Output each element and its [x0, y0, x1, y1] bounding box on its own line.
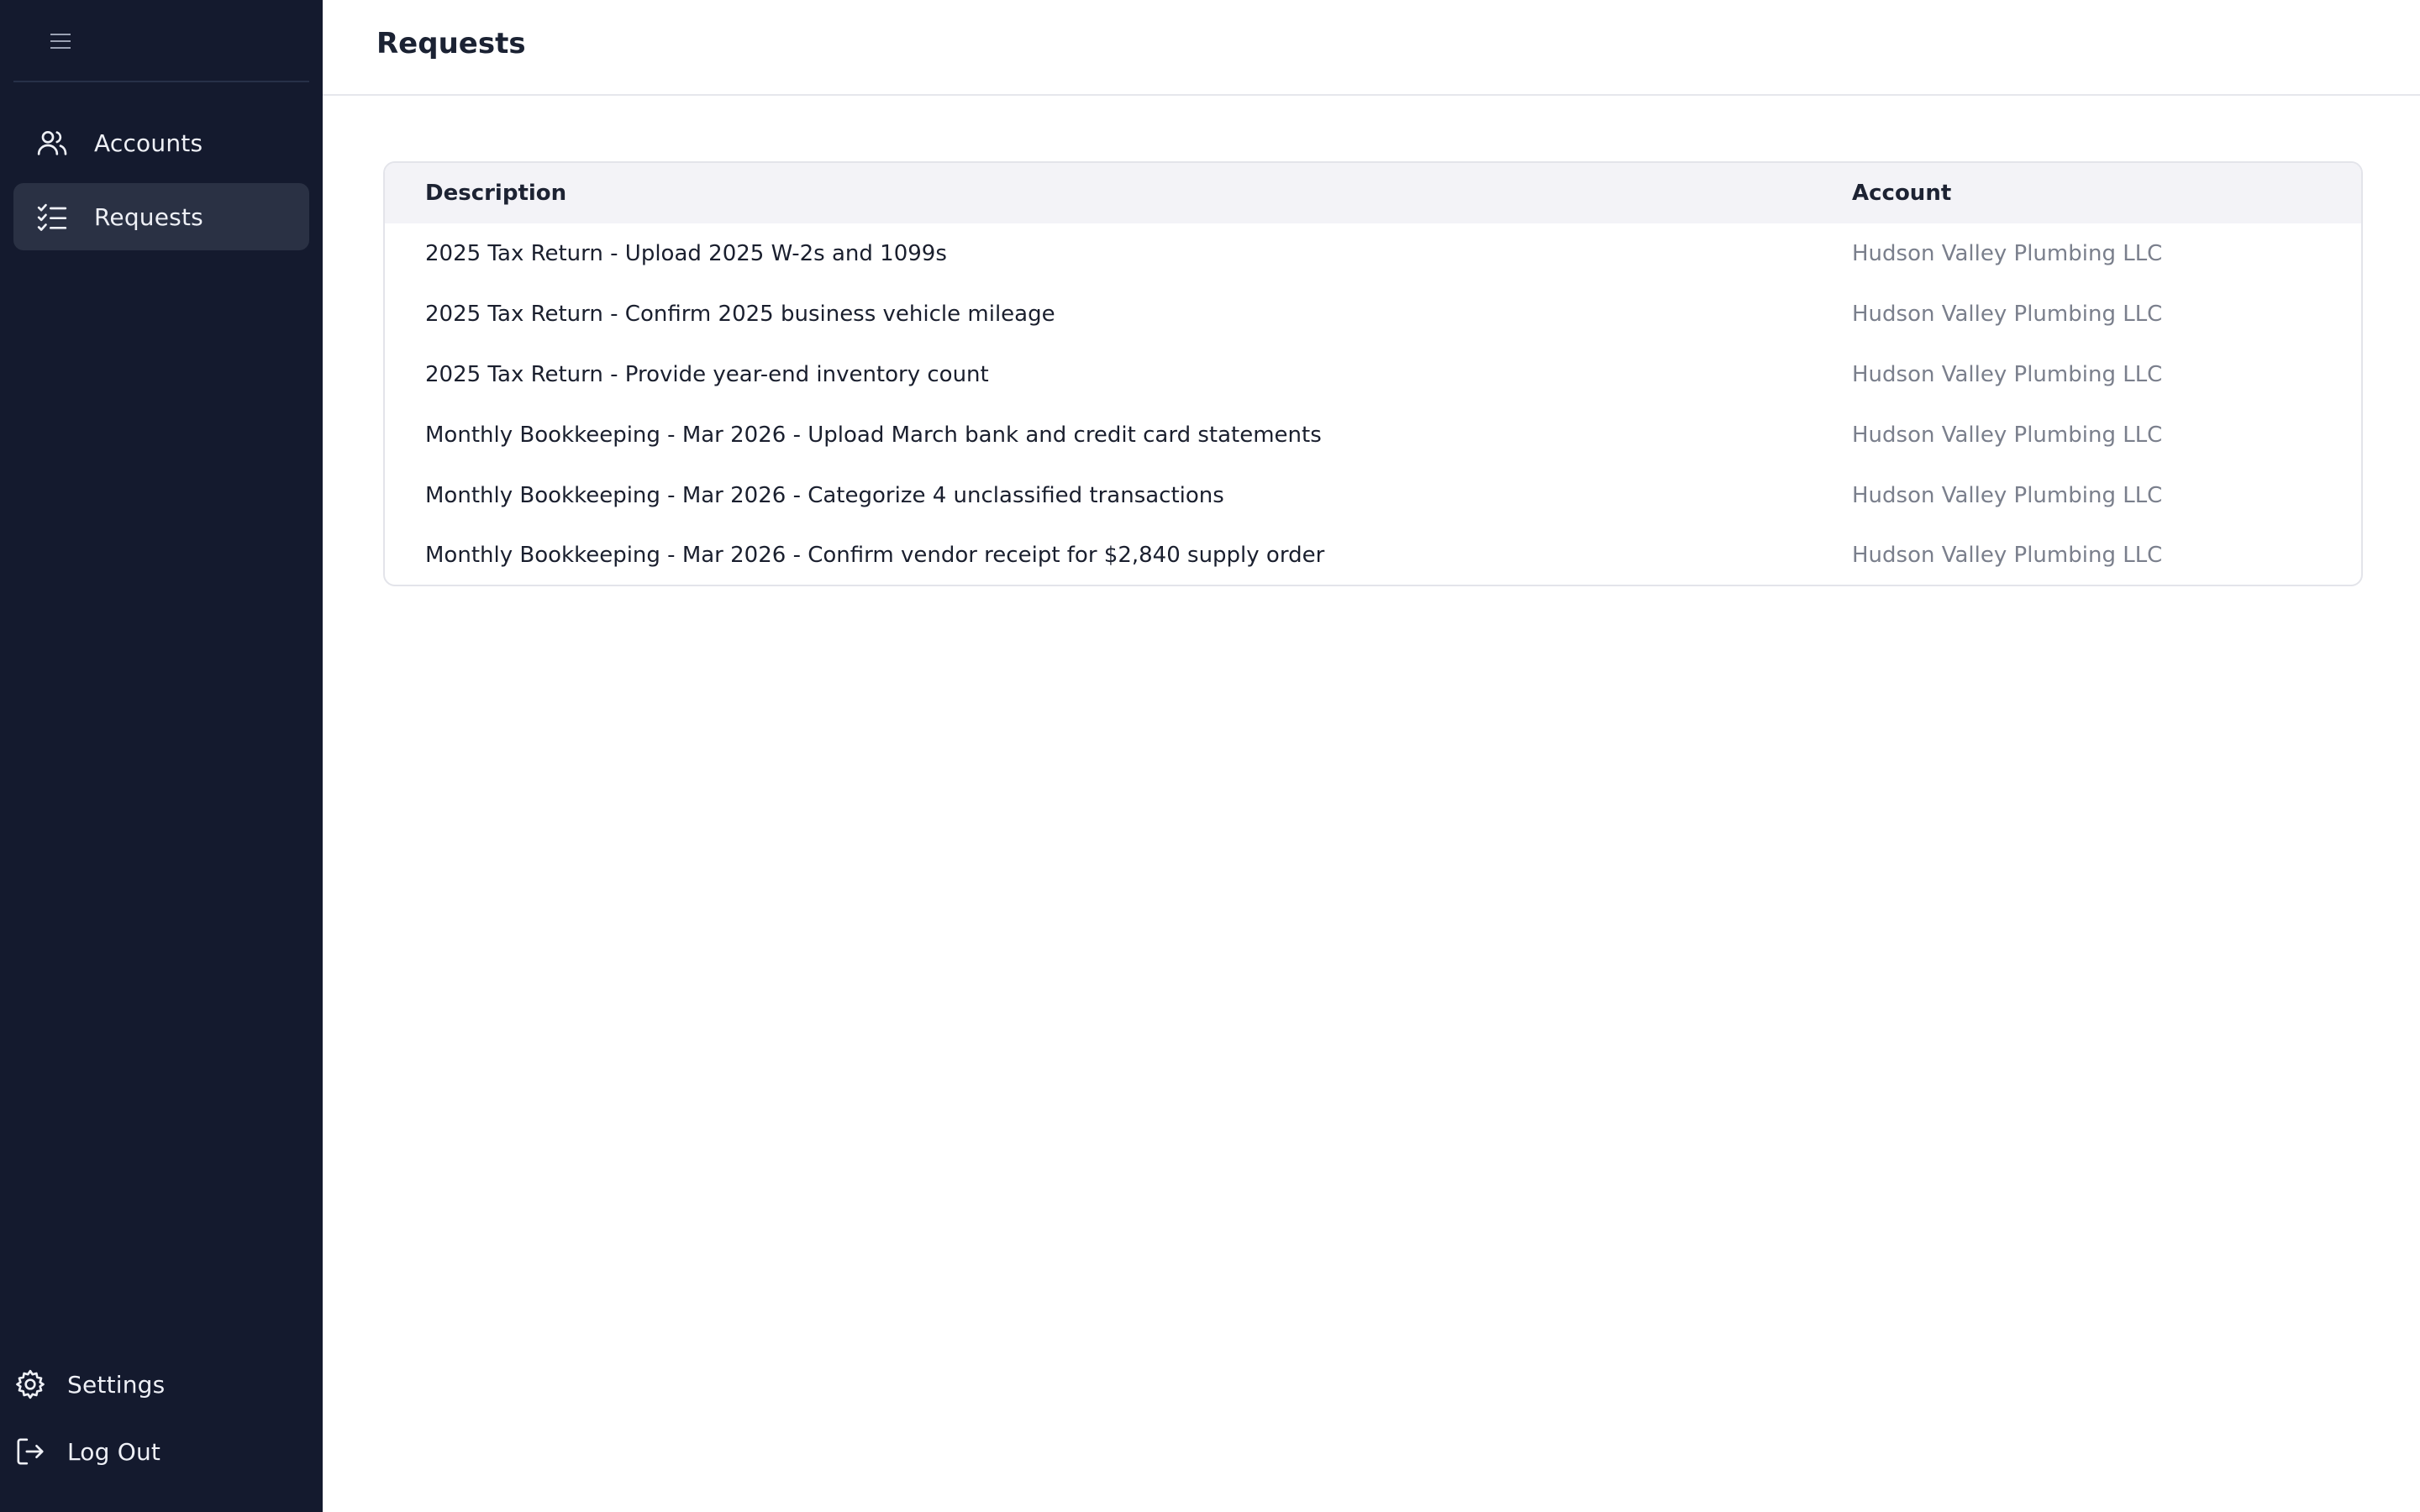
request-account: Hudson Valley Plumbing LLC [1852, 302, 2163, 327]
sidebar-bottom-nav: Settings Log Out [0, 1351, 323, 1485]
request-account: Hudson Valley Plumbing LLC [1852, 483, 2163, 508]
table-row[interactable]: Monthly Bookkeeping - Mar 2026 - Upload … [385, 405, 2361, 465]
sidebar-item-requests[interactable]: Requests [13, 183, 309, 250]
sidebar-item-label: Accounts [94, 129, 203, 157]
table-row[interactable]: 2025 Tax Return - Upload 2025 W-2s and 1… [385, 223, 2361, 284]
request-account: Hudson Valley Plumbing LLC [1852, 423, 2163, 448]
main-content: Requests Description Account 2025 Tax Re… [323, 0, 2420, 1512]
requests-table: Description Account 2025 Tax Return - Up… [385, 163, 2361, 585]
request-description: Monthly Bookkeeping - Mar 2026 - Upload … [425, 423, 1322, 448]
table-row[interactable]: 2025 Tax Return - Confirm 2025 business … [385, 284, 2361, 344]
requests-table-card: Description Account 2025 Tax Return - Up… [383, 161, 2363, 586]
request-description: 2025 Tax Return - Upload 2025 W-2s and 1… [425, 241, 947, 266]
sidebar: Accounts Requests Settings Log Out [0, 0, 323, 1512]
request-account: Hudson Valley Plumbing LLC [1852, 543, 2163, 568]
table-body: 2025 Tax Return - Upload 2025 W-2s and 1… [385, 223, 2361, 585]
sidebar-item-settings[interactable]: Settings [0, 1351, 323, 1418]
sidebar-item-logout[interactable]: Log Out [0, 1418, 323, 1485]
table-header: Description Account [385, 163, 2361, 223]
table-header-row: Description Account [385, 163, 2361, 223]
users-icon [34, 124, 71, 161]
sidebar-item-label: Log Out [67, 1437, 161, 1466]
table-row[interactable]: 2025 Tax Return - Provide year-end inven… [385, 344, 2361, 405]
page-header: Requests [323, 0, 2420, 96]
request-description: 2025 Tax Return - Provide year-end inven… [425, 362, 989, 387]
column-header-description: Description [425, 181, 567, 206]
sidebar-item-label: Requests [94, 202, 203, 231]
checklist-icon [34, 198, 71, 235]
hamburger-menu-icon[interactable] [35, 22, 86, 60]
logout-icon [12, 1433, 49, 1470]
sidebar-item-accounts[interactable]: Accounts [13, 109, 309, 176]
sidebar-nav: Accounts Requests [13, 109, 309, 257]
sidebar-header [13, 0, 309, 82]
sidebar-item-label: Settings [67, 1370, 166, 1399]
request-description: Monthly Bookkeeping - Mar 2026 - Categor… [425, 483, 1224, 508]
page-title: Requests [376, 27, 526, 60]
gear-icon [12, 1366, 49, 1403]
request-description: 2025 Tax Return - Confirm 2025 business … [425, 302, 1055, 327]
request-description: Monthly Bookkeeping - Mar 2026 - Confirm… [425, 543, 1325, 568]
column-header-account: Account [1852, 181, 1952, 206]
request-account: Hudson Valley Plumbing LLC [1852, 362, 2163, 387]
app-window: Accounts Requests Settings Log Out Reque… [0, 0, 2420, 1512]
table-row[interactable]: Monthly Bookkeeping - Mar 2026 - Categor… [385, 465, 2361, 526]
request-account: Hudson Valley Plumbing LLC [1852, 241, 2163, 266]
table-row[interactable]: Monthly Bookkeeping - Mar 2026 - Confirm… [385, 526, 2361, 585]
